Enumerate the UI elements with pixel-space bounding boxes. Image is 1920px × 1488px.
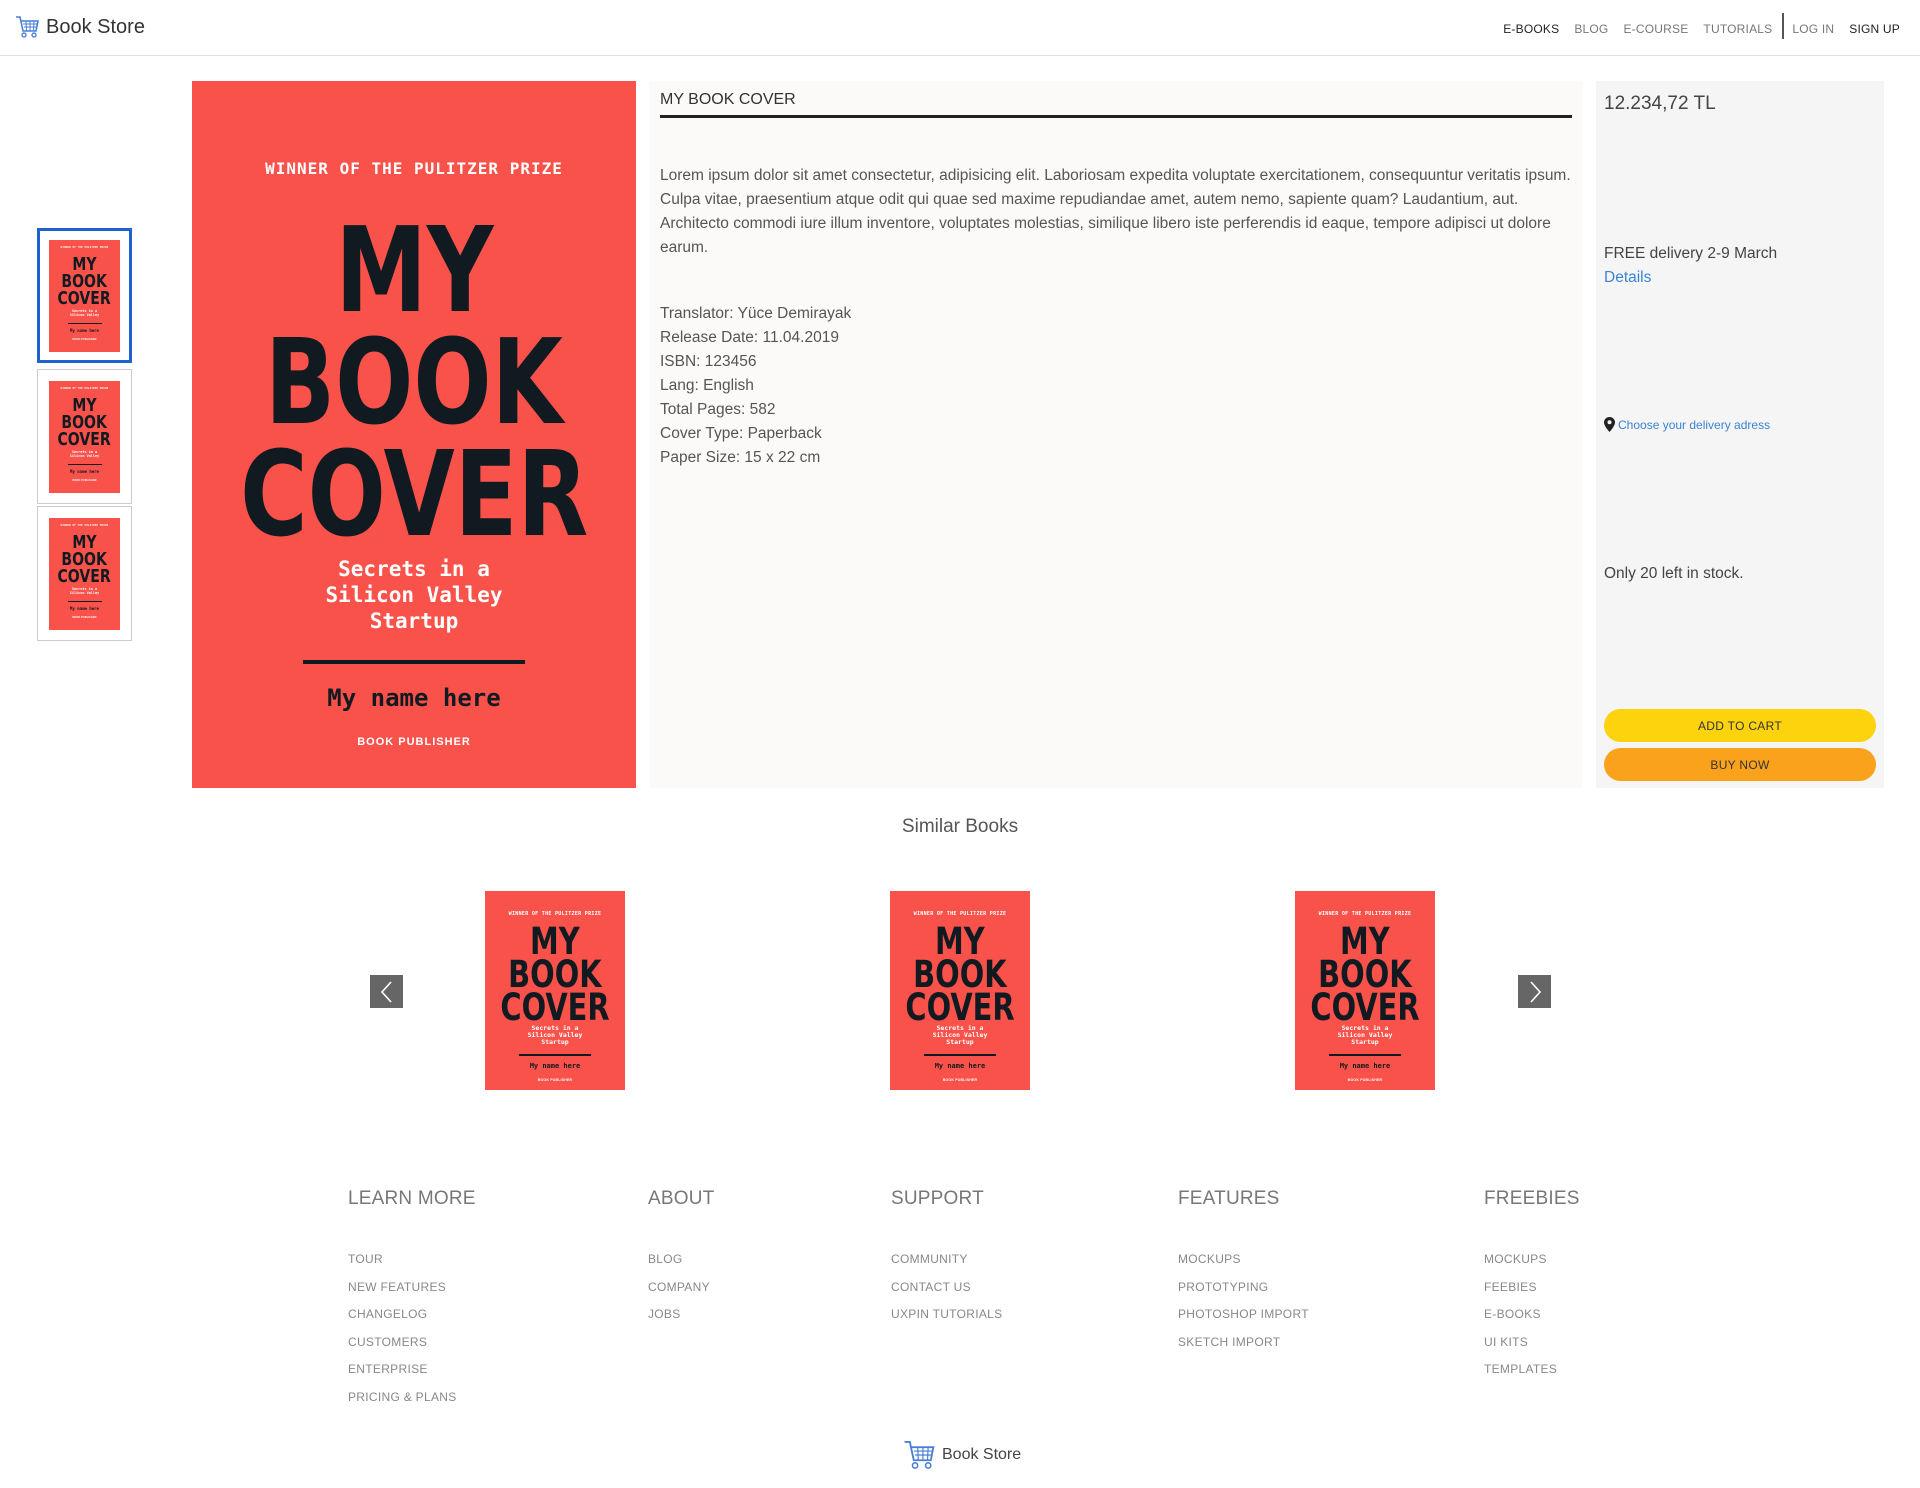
similar-books-title: Similar Books	[901, 816, 1019, 837]
add-to-cart-button[interactable]: ADD TO CART	[1604, 709, 1876, 742]
footer-link[interactable]: COMMUNITY	[891, 1246, 1002, 1274]
spec-total-pages: Total Pages: 582	[660, 401, 776, 418]
footer-link[interactable]: PHOTOSHOP IMPORT	[1178, 1301, 1309, 1329]
nav-blog[interactable]: BLOG	[1574, 22, 1608, 36]
cover-divider	[303, 660, 525, 664]
footer-brand-name: Book Store	[942, 1446, 1022, 1463]
brand-name: Book Store	[46, 15, 145, 38]
purchase-panel: 12.234,72 TL FREE delivery 2-9 March Det…	[1596, 81, 1884, 788]
similar-book-3[interactable]: WINNER OF THE PULITZER PRIZE MY BOOK COV…	[1295, 891, 1435, 1090]
similar-book-2[interactable]: WINNER OF THE PULITZER PRIZE MY BOOK COV…	[890, 891, 1030, 1090]
footer-col-about: ABOUT BLOG COMPANY JOBS	[648, 1188, 714, 1329]
main-book-cover: WINNER OF THE PULITZER PRIZE MY BOOK COV…	[192, 81, 636, 788]
nav-ecourse[interactable]: E-COURSE	[1623, 22, 1688, 36]
footer-heading: LEARN MORE	[348, 1188, 476, 1209]
cover-subtitle-3: Startup	[369, 609, 459, 633]
thumbnail-2[interactable]: WINNER OF THE PULITZER PRIZE MY BOOK COV…	[37, 369, 132, 504]
stock-status: Only 20 left in stock.	[1604, 565, 1744, 582]
chevron-right-icon	[1529, 980, 1541, 1003]
buy-now-button[interactable]: BUY NOW	[1604, 748, 1876, 781]
cover-publisher: BOOK PUBLISHER	[357, 736, 471, 748]
footer-link[interactable]: MOCKUPS	[1484, 1246, 1580, 1274]
delivery-info: FREE delivery 2-9 March	[1604, 245, 1778, 262]
carousel-next-button[interactable]	[1518, 975, 1551, 1008]
product-info-panel: MY BOOK COVER Lorem ipsum dolor sit amet…	[650, 81, 1582, 788]
thumbnail-cover: WINNER OF THE PULITZER PRIZE MY BOOK COV…	[49, 239, 120, 352]
nav-tutorials[interactable]: TUTORIALS	[1703, 22, 1772, 36]
footer-link[interactable]: TOUR	[348, 1246, 476, 1274]
footer-heading: FREEBIES	[1484, 1188, 1580, 1209]
cover-author: My name here	[327, 684, 501, 712]
chevron-left-icon	[380, 980, 392, 1003]
thumbnail-3[interactable]: WINNER OF THE PULITZER PRIZE MY BOOK COV…	[37, 506, 132, 641]
thumbnail-1[interactable]: WINNER OF THE PULITZER PRIZE MY BOOK COV…	[37, 228, 132, 363]
spec-cover-type: Cover Type: Paperback	[660, 425, 822, 442]
footer-link[interactable]: PRICING & PLANS	[348, 1384, 476, 1412]
footer-link[interactable]: MOCKUPS	[1178, 1246, 1309, 1274]
footer-heading: FEATURES	[1178, 1188, 1280, 1209]
nav-divider	[1782, 13, 1785, 39]
footer-link[interactable]: PROTOTYPING	[1178, 1274, 1309, 1302]
footer-link[interactable]: SKETCH IMPORT	[1178, 1329, 1309, 1357]
shopping-cart-icon	[904, 1441, 935, 1469]
footer-link[interactable]: NEW FEATURES	[348, 1274, 476, 1302]
thumbnail-cover: WINNER OF THE PULITZER PRIZE MY BOOK COV…	[49, 380, 120, 493]
map-pin-icon	[1604, 417, 1615, 432]
nav-login[interactable]: LOG IN	[1792, 22, 1834, 36]
footer-col-support: SUPPORT COMMUNITY CONTACT US UXPIN TUTOR…	[891, 1188, 1002, 1329]
shopping-cart-icon	[16, 16, 39, 38]
top-header: Book Store E-BOOKS BLOG E-COURSE TUTORIA…	[0, 0, 1920, 56]
cover-title-line-1: MY	[334, 201, 494, 339]
price: 12.234,72 TL	[1604, 93, 1716, 114]
footer-col-learn-more: LEARN MORE TOUR NEW FEATURES CHANGELOG C…	[348, 1188, 476, 1412]
spec-lang: Lang: English	[660, 377, 754, 394]
nav-ebooks[interactable]: E-BOOKS	[1503, 22, 1559, 36]
footer-link[interactable]: JOBS	[648, 1301, 714, 1329]
footer-heading: ABOUT	[648, 1188, 715, 1209]
brand-logo[interactable]: Book Store	[14, 14, 145, 40]
spec-isbn: ISBN: 123456	[660, 353, 757, 370]
footer-link[interactable]: FEEBIES	[1484, 1274, 1580, 1302]
spec-release-date: Release Date: 11.04.2019	[660, 329, 839, 346]
footer-link[interactable]: UI KITS	[1484, 1329, 1580, 1357]
footer-link[interactable]: CONTACT US	[891, 1274, 1002, 1302]
footer-link[interactable]: UXPIN TUTORIALS	[891, 1301, 1002, 1329]
nav-signup[interactable]: SIGN UP	[1849, 22, 1900, 36]
footer-col-freebies: FREEBIES MOCKUPS FEEBIES E-BOOKS UI KITS…	[1484, 1188, 1580, 1384]
similar-book-1[interactable]: WINNER OF THE PULITZER PRIZE MY BOOK COV…	[485, 891, 625, 1090]
choose-address-label: Choose your delivery adress	[1618, 417, 1771, 432]
footer-link[interactable]: COMPANY	[648, 1274, 714, 1302]
footer-col-features: FEATURES MOCKUPS PROTOTYPING PHOTOSHOP I…	[1178, 1188, 1309, 1356]
footer-link[interactable]: ENTERPRISE	[348, 1356, 476, 1384]
footer-link[interactable]: CUSTOMERS	[348, 1329, 476, 1357]
cover-title-line-3: COVER	[239, 425, 589, 563]
delivery-details-link[interactable]: Details	[1604, 269, 1651, 287]
main-nav: E-BOOKS BLOG E-COURSE TUTORIALS LOG IN S…	[1488, 13, 1900, 39]
footer-link[interactable]: E-BOOKS	[1484, 1301, 1580, 1329]
carousel-prev-button[interactable]	[370, 975, 403, 1008]
footer-link[interactable]: CHANGELOG	[348, 1301, 476, 1329]
thumbnail-cover: WINNER OF THE PULITZER PRIZE MY BOOK COV…	[49, 517, 120, 630]
footer-brand[interactable]: Book Store	[902, 1438, 1021, 1472]
product-description: Lorem ipsum dolor sit amet consectetur, …	[660, 167, 1571, 256]
footer-link[interactable]: TEMPLATES	[1484, 1356, 1580, 1384]
choose-address-link[interactable]: Choose your delivery adress	[1604, 417, 1770, 432]
cover-award: WINNER OF THE PULITZER PRIZE	[265, 159, 563, 178]
product-title: MY BOOK COVER	[660, 91, 1572, 118]
cover-title-line-2: BOOK	[265, 313, 563, 451]
product-specs: Translator: Yüce Demirayak Release Date:…	[660, 302, 851, 470]
spec-translator: Translator: Yüce Demirayak	[660, 305, 852, 322]
footer-link[interactable]: BLOG	[648, 1246, 714, 1274]
cover-subtitle-2: Silicon Valley	[325, 583, 503, 607]
spec-paper-size: Paper Size: 15 x 22 cm	[660, 449, 821, 466]
footer-heading: SUPPORT	[891, 1188, 984, 1209]
